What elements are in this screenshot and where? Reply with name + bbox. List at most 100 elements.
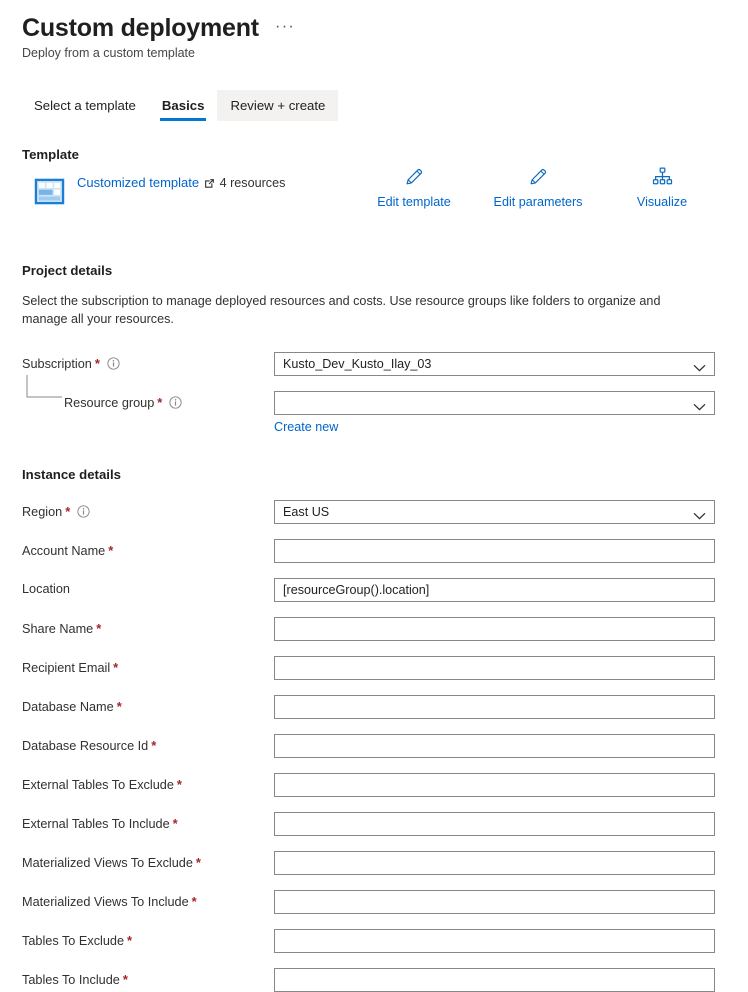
materialized-views-to-include-input[interactable] [274, 890, 715, 915]
subscription-control [274, 352, 748, 377]
tab-basics[interactable]: Basics [149, 90, 218, 121]
database-resource-id-label-text: Database Resource Id [22, 738, 149, 753]
database-resource-id-control [274, 734, 748, 759]
tab-label: Review + create [230, 97, 326, 113]
external-tables-to-include-label-text: External Tables To Include [22, 816, 170, 831]
materialized-views-to-include-control [274, 890, 748, 915]
external-tables-to-exclude-control [274, 773, 748, 798]
more-options-icon[interactable]: ··· [271, 15, 299, 42]
materialized-views-to-exclude-control [274, 851, 748, 876]
account-name-label-text: Account Name [22, 543, 106, 558]
field-location: Location [22, 578, 748, 603]
instance-details-heading: Instance details [22, 467, 121, 483]
database-name-label-text: Database Name [22, 699, 114, 714]
page-header: Custom deployment ··· Deploy from a cust… [0, 0, 748, 60]
tables-to-include-label-text: Tables To Include [22, 972, 120, 987]
tables-to-exclude-label: Tables To Exclude * [22, 929, 274, 948]
materialized-views-to-exclude-input[interactable] [274, 851, 715, 876]
required-asterisk: * [108, 543, 114, 559]
field-account-name: Account Name * [22, 539, 748, 564]
external-tables-to-exclude-label-text: External Tables To Exclude [22, 777, 174, 792]
share-name-label: Share Name * [22, 617, 274, 636]
region-label-text: Region [22, 504, 63, 519]
tab-label: Select a template [34, 97, 136, 113]
tables-to-exclude-input[interactable] [274, 929, 715, 954]
info-icon[interactable] [77, 505, 90, 518]
materialized-views-to-exclude-label-text: Materialized Views To Exclude [22, 855, 193, 870]
account-name-label: Account Name * [22, 539, 274, 558]
required-asterisk: * [116, 699, 122, 715]
field-recipient-email: Recipient Email * [22, 656, 748, 681]
materialized-views-to-include-label-text: Materialized Views To Include [22, 894, 189, 909]
recipient-email-label: Recipient Email * [22, 656, 274, 675]
required-asterisk: * [127, 933, 133, 949]
account-name-input[interactable] [274, 539, 715, 564]
visualize-button[interactable]: Visualize [600, 163, 724, 209]
field-external-tables-to-include: External Tables To Include * [22, 812, 748, 837]
materialized-views-to-exclude-label: Materialized Views To Exclude * [22, 851, 274, 870]
share-name-input[interactable] [274, 617, 715, 642]
field-materialized-views-to-exclude: Materialized Views To Exclude * [22, 851, 748, 876]
database-resource-id-label: Database Resource Id * [22, 734, 274, 753]
subscription-select[interactable] [274, 352, 715, 377]
field-subscription: Subscription * [22, 352, 748, 377]
edit-template-button[interactable]: Edit template [352, 163, 476, 209]
resource-group-label: Resource group * [22, 375, 274, 411]
database-name-control [274, 695, 748, 720]
external-tables-to-exclude-input[interactable] [274, 773, 715, 798]
project-details-section: Project details Select the subscription … [22, 263, 748, 437]
instance-fields-list: Region*Account Name*LocationShare Name*R… [22, 500, 748, 992]
database-name-input[interactable] [274, 695, 715, 720]
project-details-heading: Project details [22, 262, 113, 278]
external-tables-to-include-input[interactable] [274, 812, 715, 837]
external-tables-to-include-label: External Tables To Include * [22, 812, 274, 831]
edit-parameters-label: Edit parameters [493, 195, 583, 209]
share-name-label-text: Share Name [22, 621, 94, 636]
field-resource-group: Resource group * Create new [22, 375, 748, 436]
subscription-select-wrap [274, 352, 715, 377]
edit-parameters-button[interactable]: Edit parameters [476, 163, 600, 209]
info-icon[interactable] [107, 357, 120, 370]
customized-template-label: Customized template [77, 174, 200, 190]
hierarchy-icon [651, 163, 674, 190]
region-select[interactable] [274, 500, 715, 525]
title-row: Custom deployment ··· [22, 14, 748, 43]
page-title: Custom deployment [22, 14, 259, 42]
template-actions: Edit template Edit parameters Visualize [352, 163, 724, 209]
field-share-name: Share Name * [22, 617, 748, 642]
template-section-heading-wrap: Template [22, 147, 748, 162]
recipient-email-input[interactable] [274, 656, 715, 681]
subscription-label: Subscription * [22, 352, 274, 371]
project-details-description: Select the subscription to manage deploy… [22, 293, 661, 326]
resource-group-select-wrap [274, 391, 715, 416]
tab-bar: Select a template Basics Review + create [21, 89, 748, 121]
template-section-heading: Template [22, 146, 79, 162]
database-resource-id-input[interactable] [274, 734, 715, 759]
required-asterisk: * [122, 972, 128, 988]
tab-review-create[interactable]: Review + create [217, 89, 339, 121]
create-new-resource-group-link[interactable]: Create new [274, 420, 338, 434]
region-control [274, 500, 748, 525]
required-asterisk: * [96, 621, 102, 637]
required-asterisk: * [157, 395, 163, 411]
external-tables-to-exclude-label: External Tables To Exclude * [22, 773, 274, 792]
field-materialized-views-to-include: Materialized Views To Include * [22, 890, 748, 915]
subscription-label-text: Subscription [22, 356, 92, 371]
template-grid-icon [34, 176, 65, 207]
customized-template-link[interactable]: Customized template [77, 175, 215, 190]
resource-group-select[interactable] [274, 391, 715, 416]
account-name-control [274, 539, 748, 564]
field-tables-to-exclude: Tables To Exclude * [22, 929, 748, 954]
resource-group-control: Create new [274, 391, 748, 436]
pencil-icon [527, 163, 550, 190]
tables-to-include-input[interactable] [274, 968, 715, 992]
tab-select-a-template[interactable]: Select a template [21, 90, 149, 121]
external-tables-to-include-control [274, 812, 748, 837]
required-asterisk: * [94, 356, 100, 372]
field-database-resource-id: Database Resource Id * [22, 734, 748, 759]
edit-template-label: Edit template [377, 195, 451, 209]
recipient-email-control [274, 656, 748, 681]
required-asterisk: * [172, 816, 178, 832]
info-icon[interactable] [169, 396, 182, 409]
location-input[interactable] [274, 578, 715, 603]
